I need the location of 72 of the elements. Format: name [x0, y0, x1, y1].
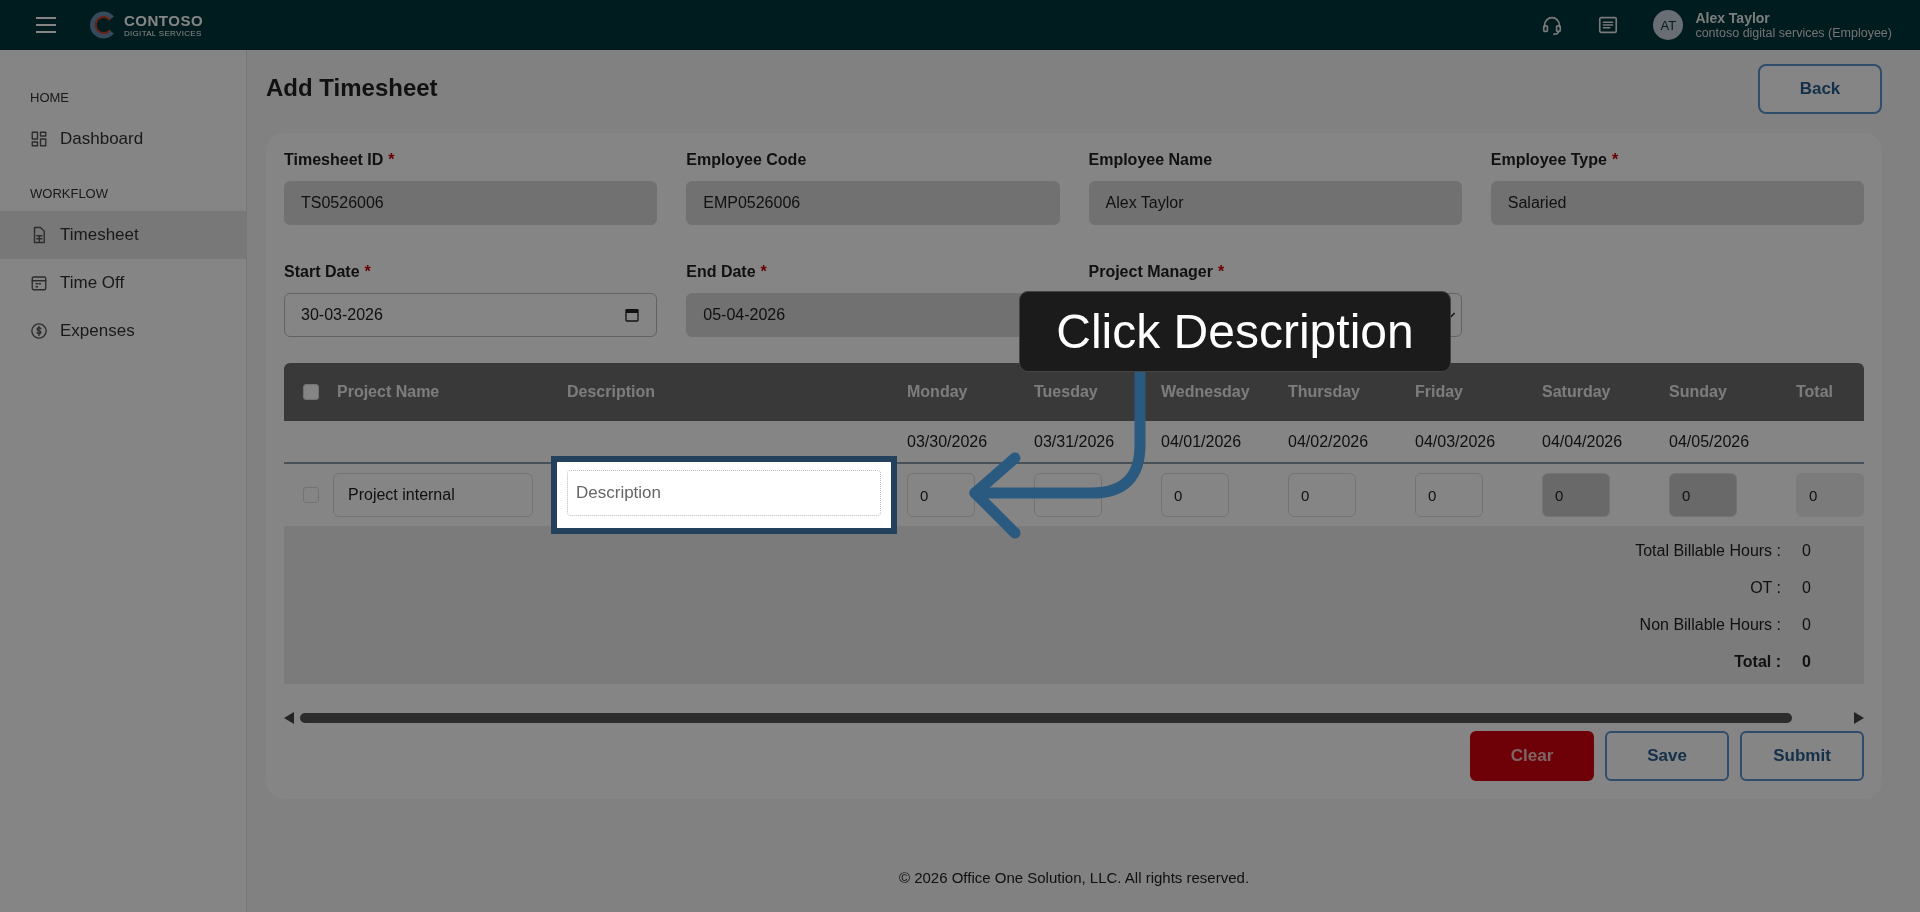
field-label: Project Manager *: [1088, 263, 1226, 281]
hours-field[interactable]: 0: [1161, 473, 1229, 517]
totals-label: OT :: [1750, 578, 1781, 597]
scroll-right-icon[interactable]: [1854, 712, 1864, 724]
calendar-icon: [30, 274, 48, 292]
sidebar-item[interactable]: Expenses: [0, 307, 246, 355]
field-label: Start Date *: [284, 263, 372, 281]
action-button[interactable]: Save: [1605, 731, 1729, 781]
sidebar-heading: WORKFLOW: [29, 184, 109, 203]
date-label: 04/04/2026: [1542, 432, 1624, 451]
action-button[interactable]: Clear: [1470, 731, 1594, 781]
hours-field: 0: [1669, 473, 1737, 517]
headset-icon[interactable]: [1541, 14, 1564, 36]
totals-label: Total :: [1734, 652, 1781, 671]
user-name: Alex Taylor: [1695, 9, 1771, 26]
totals-label: Total Billable Hours :: [1635, 541, 1781, 560]
totals-label: Non Billable Hours :: [1639, 615, 1781, 634]
column-header: Wednesday: [1161, 383, 1251, 401]
column-header: Description: [567, 383, 656, 401]
column-header: Total: [1796, 383, 1835, 401]
date-label: 03/31/2026: [1034, 432, 1116, 451]
date-label: 04/05/2026: [1669, 432, 1751, 451]
field-label: Employee Type *: [1490, 151, 1620, 169]
column-header: Project Name: [337, 383, 441, 401]
hours-field[interactable]: 0: [1415, 473, 1483, 517]
totals-value: 0: [1801, 541, 1812, 560]
totals-value: 0: [1801, 615, 1812, 634]
total-field: 0: [1796, 473, 1864, 517]
sidebar-item[interactable]: Dashboard: [0, 115, 246, 163]
field-label: Timesheet ID *: [284, 151, 396, 169]
logo-name: CONTOSO: [124, 12, 204, 28]
scrollbar-thumb[interactable]: [300, 713, 1792, 723]
message-icon[interactable]: [1597, 14, 1620, 36]
column-header: Thursday: [1288, 383, 1361, 401]
hours-field[interactable]: 0: [907, 473, 975, 517]
sidebar-item[interactable]: Timesheet: [0, 211, 246, 259]
sidebar-heading: HOME: [29, 88, 70, 107]
page-title: Add Timesheet: [266, 74, 438, 102]
project-field[interactable]: Project internal: [333, 473, 533, 517]
field-label: Employee Name: [1088, 151, 1214, 169]
date-label: 04/03/2026: [1415, 432, 1497, 451]
dollar-icon: [30, 322, 48, 340]
column-header: Monday: [907, 383, 969, 401]
date-label: 04/01/2026: [1161, 432, 1243, 451]
description-field[interactable]: Description: [567, 470, 881, 516]
column-header: Saturday: [1542, 383, 1612, 401]
select-all-checkbox[interactable]: [302, 384, 319, 400]
user-avatar[interactable]: AT: [1653, 10, 1684, 40]
menu-icon[interactable]: [34, 15, 58, 35]
hours-field[interactable]: [1034, 473, 1102, 517]
totals-value: 0: [1801, 578, 1812, 597]
calendar-icon[interactable]: [624, 307, 641, 323]
action-button[interactable]: Submit: [1740, 731, 1864, 781]
column-header: Friday: [1415, 383, 1464, 401]
date-label: 04/02/2026: [1288, 432, 1370, 451]
field-label: Employee Code: [686, 151, 808, 169]
column-header: Tuesday: [1034, 383, 1099, 401]
user-organization: contoso digital services (Employee): [1695, 25, 1892, 41]
column-header: Sunday: [1669, 383, 1728, 401]
scroll-left-icon[interactable]: [284, 712, 294, 724]
logo-tagline: DIGITAL SERVICES: [124, 29, 203, 38]
back-button[interactable]: Back: [1758, 64, 1882, 114]
sidebar-item[interactable]: Time Off: [0, 259, 246, 307]
field-label: End Date *: [686, 263, 768, 281]
grid-icon: [30, 130, 48, 148]
tour-tooltip: Click Description: [1019, 291, 1451, 372]
date-field[interactable]: 30-03-2026: [284, 293, 658, 337]
totals-value: 0: [1801, 652, 1812, 671]
copyright-text: © 2026 Office One Solution, LLC. All rights reserved.: [897, 869, 1251, 888]
hours-field: 0: [1542, 473, 1610, 517]
hours-field[interactable]: 0: [1288, 473, 1356, 517]
date-label: 03/30/2026: [907, 432, 989, 451]
